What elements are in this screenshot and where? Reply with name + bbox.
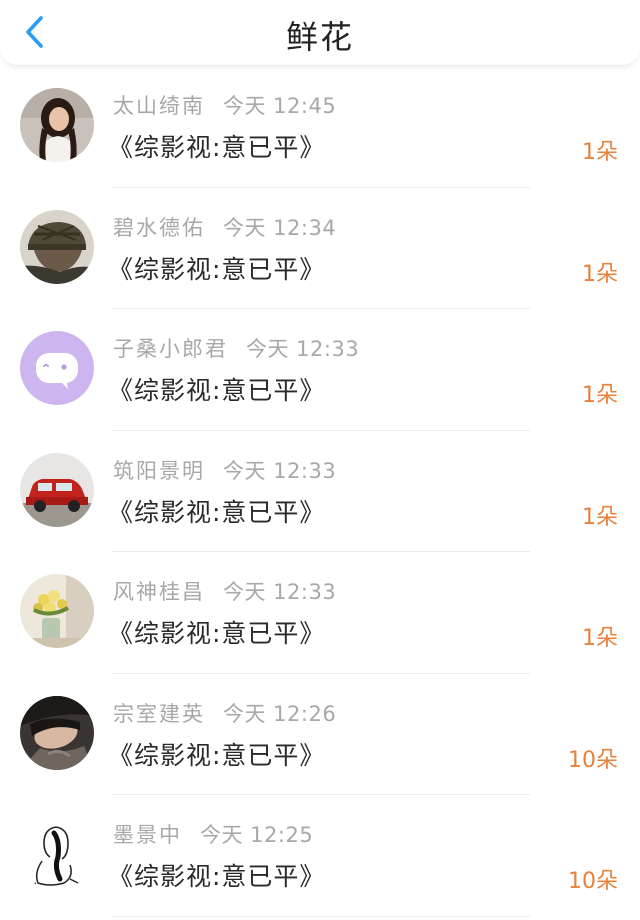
- flower-count: 1朵: [582, 504, 618, 530]
- list-item[interactable]: 太山绮南 今天 12:45 《综影视:意已平》 1朵: [0, 66, 640, 188]
- sender-name: 子桑小郎君: [113, 337, 228, 361]
- flower-count: 1朵: [582, 626, 618, 651]
- book-title: 《综影视:意已平》: [108, 133, 326, 162]
- book-title: 《综影视:意已平》: [108, 497, 326, 527]
- sender-name: 筑阳景明: [113, 458, 205, 483]
- flower-count: 10朵: [568, 747, 618, 773]
- send-time: 今天 12:33: [223, 580, 337, 604]
- page-title: 鲜花: [285, 18, 354, 56]
- sender-name: 墨景中: [113, 823, 182, 847]
- soldier-helmet-avatar[interactable]: [20, 209, 94, 284]
- sender-meta: 风神桂昌 今天 12:33: [113, 576, 336, 606]
- book-title: 《综影视:意已平》: [108, 376, 326, 405]
- list-item[interactable]: 宗室建英 今天 12:26 《综影视:意已平》 10朵: [0, 674, 640, 795]
- send-time: 今天 12:34: [223, 215, 337, 240]
- flower-vase-avatar[interactable]: [20, 574, 94, 648]
- list-item[interactable]: 碧水德佑 今天 12:34 《综影视:意已平》 1朵: [0, 188, 640, 309]
- list-item[interactable]: 墨景中 今天 12:25 《综影视:意已平》 10朵: [0, 795, 640, 917]
- book-title: 《综影视:意已平》: [108, 619, 326, 648]
- book-title: 《综影视:意已平》: [108, 740, 326, 770]
- flower-count: 1朵: [582, 140, 618, 165]
- sender-name: 风神桂昌: [113, 580, 205, 604]
- sender-meta: 子桑小郎君 今天 12:33: [113, 333, 359, 363]
- send-time: 今天 12:33: [246, 337, 360, 361]
- woman-portrait-avatar[interactable]: [20, 88, 94, 162]
- book-title: 《综影视:意已平》: [108, 862, 326, 891]
- flower-count: 1朵: [582, 261, 618, 287]
- sender-meta: 碧水德佑 今天 12:34: [113, 212, 336, 242]
- chat-bubble-avatar[interactable]: [20, 331, 94, 405]
- sender-name: 宗室建英: [113, 701, 205, 726]
- send-time: 今天 12:25: [200, 823, 314, 847]
- top-bar: 鲜花: [0, 0, 640, 66]
- red-toy-car-avatar[interactable]: [20, 452, 94, 527]
- send-time: 今天 12:45: [223, 94, 337, 118]
- flower-count: 1朵: [582, 383, 618, 408]
- send-time: 今天 12:33: [223, 458, 337, 483]
- sketch-figure-avatar[interactable]: [20, 817, 94, 891]
- sender-name: 太山绮南: [113, 94, 205, 118]
- sleeping-person-avatar[interactable]: [20, 695, 94, 770]
- sender-name: 碧水德佑: [113, 215, 205, 240]
- row-divider: [112, 915, 530, 917]
- sender-meta: 墨景中 今天 12:25: [113, 819, 313, 849]
- flower-count: 10朵: [568, 869, 618, 894]
- list-item[interactable]: 风神桂昌 今天 12:33 《综影视:意已平》 1朵: [0, 552, 640, 674]
- flower-record-list: 太山绮南 今天 12:45 《综影视:意已平》 1朵 碧水德佑 今天 12:34 《…: [0, 66, 640, 917]
- list-item[interactable]: 筑阳景明 今天 12:33 《综影视:意已平》 1朵: [0, 431, 640, 552]
- book-title: 《综影视:意已平》: [108, 254, 326, 284]
- sender-meta: 宗室建英 今天 12:26: [113, 698, 336, 728]
- list-item[interactable]: 子桑小郎君 今天 12:33 《综影视:意已平》 1朵: [0, 309, 640, 431]
- sender-meta: 筑阳景明 今天 12:33: [113, 455, 336, 485]
- sender-meta: 太山绮南 今天 12:45: [113, 90, 336, 120]
- send-time: 今天 12:26: [223, 701, 337, 726]
